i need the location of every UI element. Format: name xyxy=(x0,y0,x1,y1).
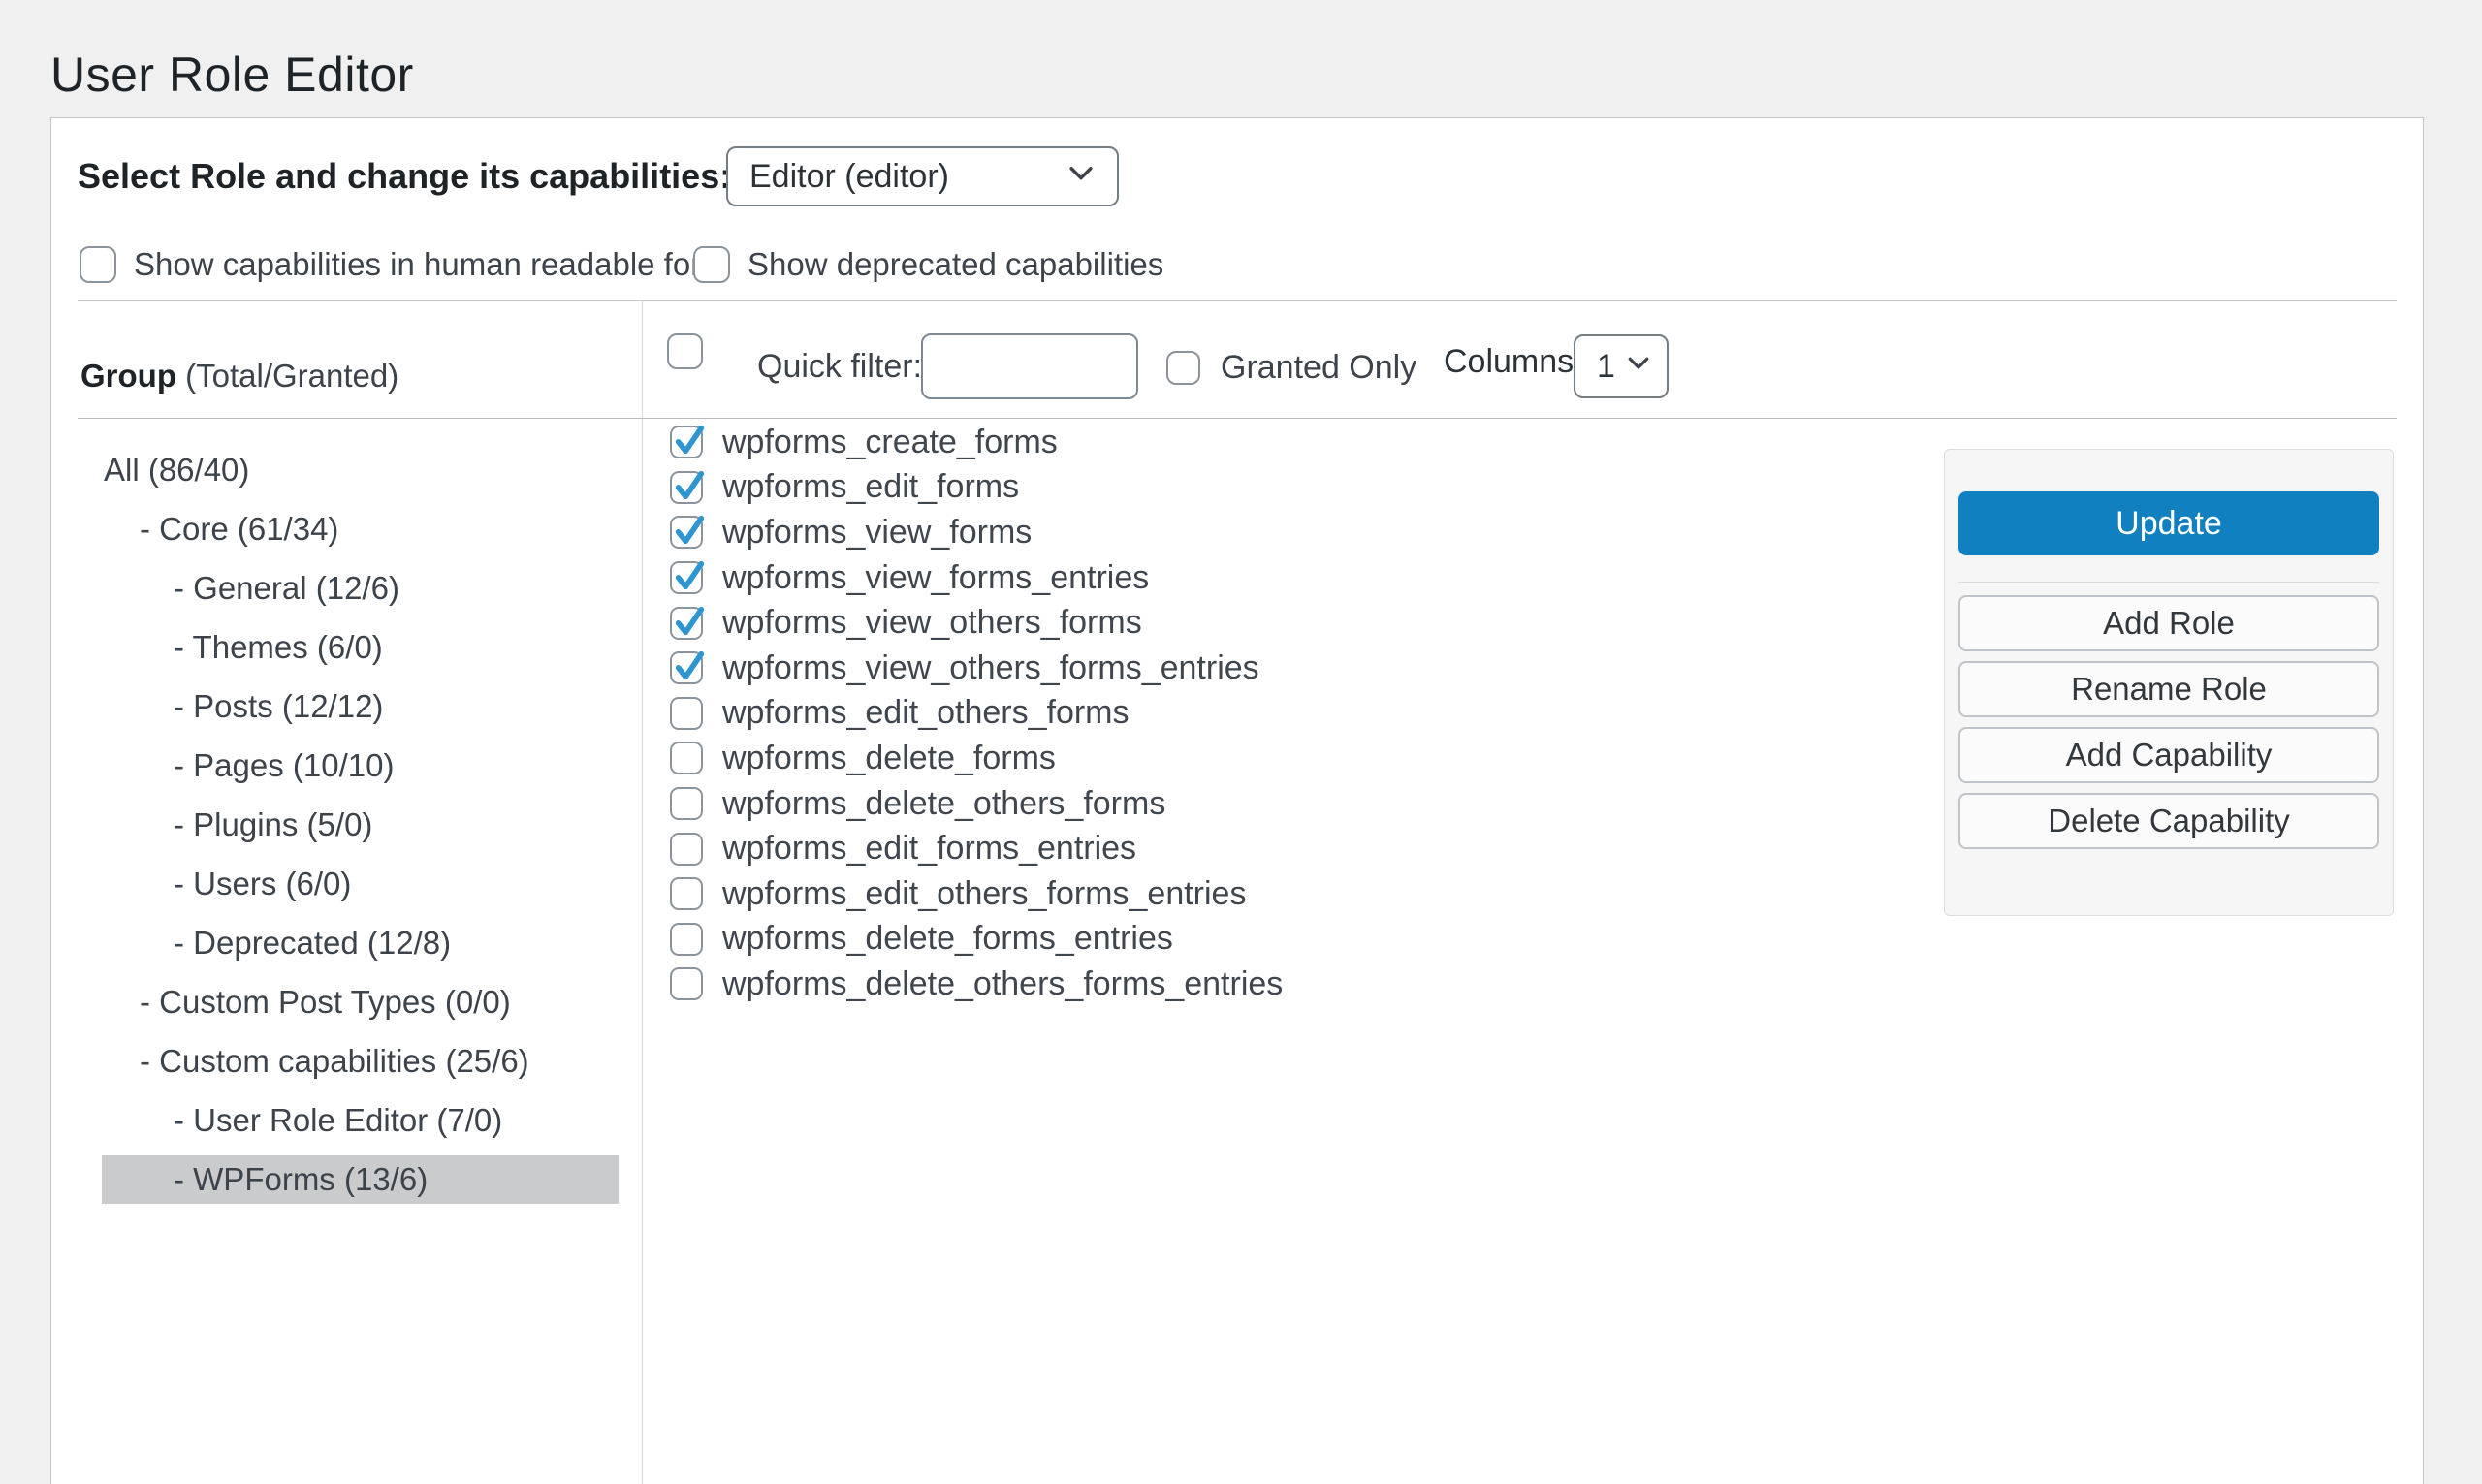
add-role-button[interactable]: Add Role xyxy=(1958,595,2379,651)
capability-row[interactable]: wpforms_edit_forms_entries xyxy=(670,826,1283,871)
deprecated-label: Show deprecated capabilities xyxy=(748,246,1163,283)
capability-checkbox[interactable] xyxy=(670,787,703,820)
capability-row[interactable]: wpforms_view_others_forms xyxy=(670,600,1283,646)
delete-capability-button[interactable]: Delete Capability xyxy=(1958,793,2379,849)
capability-row[interactable]: wpforms_delete_others_forms_entries xyxy=(670,962,1283,1007)
group-item-posts[interactable]: - Posts (12/12) xyxy=(102,677,619,736)
capability-row[interactable]: wpforms_view_others_forms_entries xyxy=(670,646,1283,691)
capability-row[interactable]: wpforms_delete_others_forms xyxy=(670,781,1283,827)
capability-label: wpforms_delete_others_forms_entries xyxy=(722,965,1283,1003)
capability-label: wpforms_delete_forms_entries xyxy=(722,920,1173,958)
divider xyxy=(1958,582,2379,583)
group-tree: All (86/40) - Core (61/34) - General (12… xyxy=(102,440,619,1209)
group-item-general[interactable]: - General (12/6) xyxy=(102,558,619,617)
capability-checkbox[interactable] xyxy=(670,516,703,549)
group-item-themes[interactable]: - Themes (6/0) xyxy=(102,617,619,677)
quick-filter-label: Quick filter: xyxy=(757,333,922,399)
rename-role-button[interactable]: Rename Role xyxy=(1958,661,2379,717)
checkmark-icon xyxy=(673,647,706,684)
capability-checkbox[interactable] xyxy=(670,877,703,910)
add-capability-button[interactable]: Add Capability xyxy=(1958,727,2379,783)
capability-row[interactable]: wpforms_edit_forms xyxy=(670,465,1283,511)
group-item-user-role-editor[interactable]: - User Role Editor (7/0) xyxy=(102,1090,619,1150)
quick-filter-input[interactable] xyxy=(921,333,1138,399)
capability-label: wpforms_view_forms_entries xyxy=(722,559,1149,597)
capability-checkbox[interactable] xyxy=(670,561,703,594)
deprecated-checkbox[interactable] xyxy=(693,246,730,283)
columns-select-value: 1 xyxy=(1597,348,1615,386)
capability-label: wpforms_edit_others_forms xyxy=(722,694,1130,732)
human-readable-label: Show capabilities in human readable form xyxy=(134,246,728,283)
columns-select[interactable]: 1 xyxy=(1574,334,1669,398)
capability-row[interactable]: wpforms_delete_forms_entries xyxy=(670,917,1283,963)
page-title: User Role Editor xyxy=(50,47,414,103)
role-selector-row: Select Role and change its capabilities: xyxy=(78,146,731,206)
checkmark-icon xyxy=(673,557,706,594)
capability-checkbox[interactable] xyxy=(670,967,703,1000)
group-item-plugins[interactable]: - Plugins (5/0) xyxy=(102,795,619,854)
checkmark-icon xyxy=(673,467,706,504)
capability-label: wpforms_create_forms xyxy=(722,424,1058,461)
checkmark-icon xyxy=(673,422,706,458)
capability-checkbox[interactable] xyxy=(670,607,703,640)
capability-label: wpforms_edit_others_forms_entries xyxy=(722,875,1246,913)
capability-row[interactable]: wpforms_delete_forms xyxy=(670,736,1283,781)
group-header-title: Group xyxy=(80,358,176,394)
user-role-editor-panel: Select Role and change its capabilities:… xyxy=(50,117,2424,1484)
capability-checkbox[interactable] xyxy=(670,426,703,458)
capability-row[interactable]: wpforms_edit_others_forms xyxy=(670,691,1283,737)
chevron-down-icon xyxy=(1624,348,1653,386)
capability-row[interactable]: wpforms_create_forms xyxy=(670,420,1283,465)
group-item-custom-post-types[interactable]: - Custom Post Types (0/0) xyxy=(102,972,619,1031)
capability-label: wpforms_delete_forms xyxy=(722,740,1056,777)
capability-checkbox[interactable] xyxy=(670,697,703,730)
capability-label: wpforms_view_others_forms xyxy=(722,604,1142,642)
capability-checkbox[interactable] xyxy=(670,742,703,774)
capability-label: wpforms_edit_forms_entries xyxy=(722,830,1136,868)
capability-label: wpforms_edit_forms xyxy=(722,468,1019,506)
column-divider xyxy=(642,301,643,1484)
checkmark-icon xyxy=(673,512,706,549)
action-buttons: Add Role Rename Role Add Capability Dele… xyxy=(1945,595,2379,849)
capability-row[interactable]: wpforms_view_forms xyxy=(670,510,1283,555)
capability-checkbox[interactable] xyxy=(670,651,703,684)
chevron-down-icon xyxy=(1065,156,1098,198)
select-all-checkbox[interactable] xyxy=(667,333,703,369)
columns-label: Columns: xyxy=(1444,332,1583,392)
granted-only-checkbox[interactable] xyxy=(1166,351,1200,385)
human-readable-checkbox[interactable] xyxy=(80,246,116,283)
capability-row[interactable]: wpforms_edit_others_forms_entries xyxy=(670,871,1283,917)
divider xyxy=(78,418,2397,419)
deprecated-toggle[interactable]: Show deprecated capabilities xyxy=(693,245,1163,284)
group-item-pages[interactable]: - Pages (10/10) xyxy=(102,736,619,795)
capability-checkbox[interactable] xyxy=(670,833,703,866)
granted-only-label: Granted Only xyxy=(1221,337,1416,397)
capability-checkbox[interactable] xyxy=(670,923,703,956)
checkmark-icon xyxy=(673,603,706,640)
group-header: Group (Total/Granted) xyxy=(80,358,398,395)
capability-list: wpforms_create_forms wpforms_edit_forms … xyxy=(670,420,1283,1007)
user-role-editor-page: User Role Editor Select Role and change … xyxy=(0,0,2482,1484)
capability-label: wpforms_view_others_forms_entries xyxy=(722,649,1259,687)
group-item-all[interactable]: All (86/40) xyxy=(102,440,619,499)
group-item-users[interactable]: - Users (6/0) xyxy=(102,854,619,913)
role-selector-label: Select Role and change its capabilities: xyxy=(78,156,731,197)
role-select[interactable]: Editor (editor) xyxy=(726,146,1119,206)
update-button[interactable]: Update xyxy=(1958,491,2379,555)
group-header-note: (Total/Granted) xyxy=(176,358,398,394)
group-item-deprecated[interactable]: - Deprecated (12/8) xyxy=(102,913,619,972)
divider xyxy=(78,300,2397,301)
role-select-value: Editor (editor) xyxy=(749,158,949,196)
capability-row[interactable]: wpforms_view_forms_entries xyxy=(670,555,1283,601)
group-item-core[interactable]: - Core (61/34) xyxy=(102,499,619,558)
capability-label: wpforms_view_forms xyxy=(722,514,1032,552)
human-readable-toggle[interactable]: Show capabilities in human readable form xyxy=(80,245,728,284)
group-item-wpforms[interactable]: - WPForms (13/6) xyxy=(102,1155,619,1204)
actions-panel: Update Add Role Rename Role Add Capabili… xyxy=(1944,449,2394,916)
capability-checkbox[interactable] xyxy=(670,471,703,504)
group-item-custom-capabilities[interactable]: - Custom capabilities (25/6) xyxy=(102,1031,619,1090)
capability-label: wpforms_delete_others_forms xyxy=(722,785,1165,823)
